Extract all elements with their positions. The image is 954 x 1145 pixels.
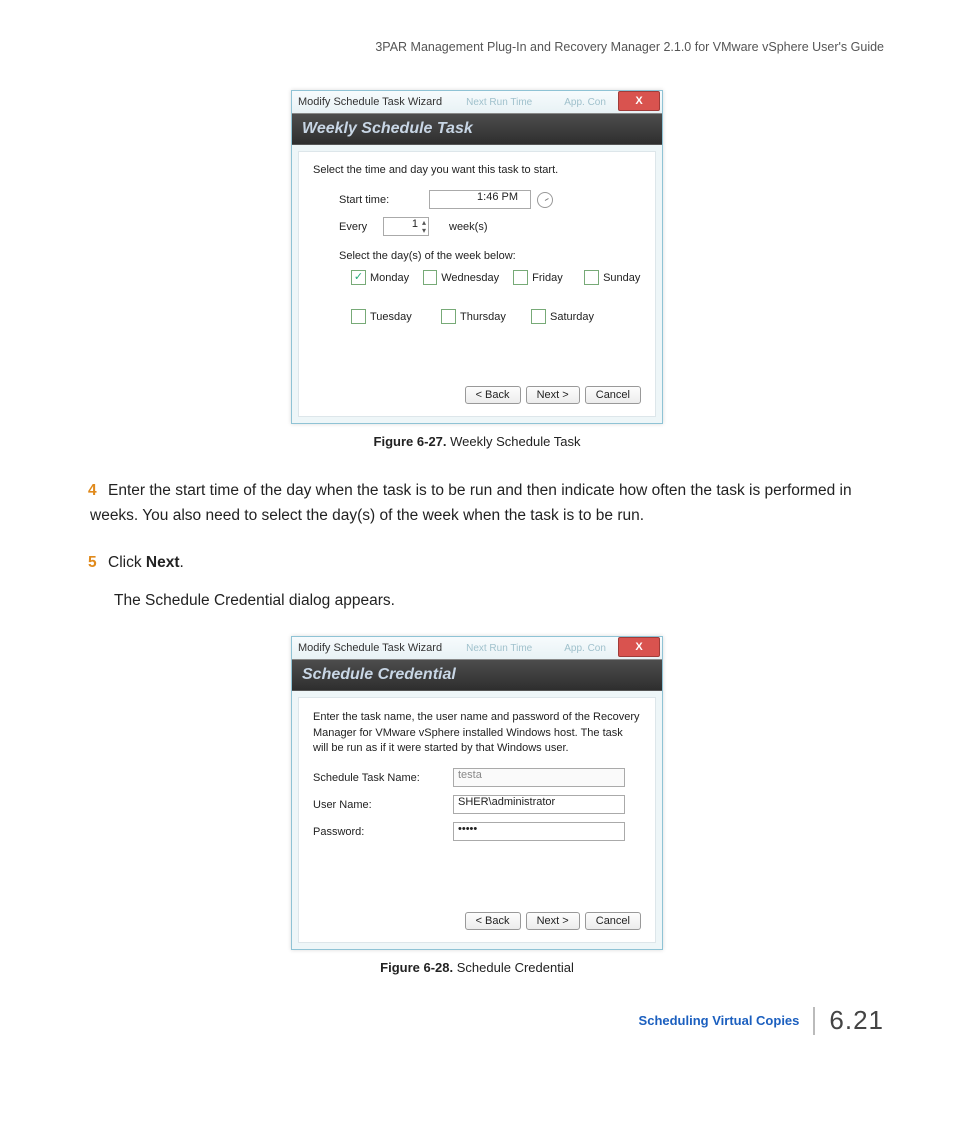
- cancel-button[interactable]: Cancel: [585, 386, 641, 404]
- next-button[interactable]: Next >: [526, 386, 580, 404]
- username-label: User Name:: [313, 799, 453, 811]
- days-label: Select the day(s) of the week below:: [339, 250, 641, 262]
- figure1-caption: Figure 6-27. Weekly Schedule Task: [80, 434, 874, 449]
- checkbox-sun[interactable]: [584, 270, 599, 285]
- day-sat: Saturday: [550, 311, 594, 323]
- checkbox-thu[interactable]: [441, 309, 456, 324]
- checkbox-sat[interactable]: [531, 309, 546, 324]
- step-5: 5Click Next. The Schedule Credential dia…: [90, 551, 874, 615]
- start-time-input[interactable]: 1:46 PM: [429, 190, 531, 209]
- username-input[interactable]: SHER\administrator: [453, 795, 625, 814]
- footer-section: Scheduling Virtual Copies: [639, 1013, 800, 1028]
- intro-text: Enter the task name, the user name and p…: [313, 710, 641, 756]
- back-button[interactable]: < Back: [465, 912, 521, 930]
- titlebar-faint2: App. Con: [564, 643, 606, 654]
- day-fri: Friday: [532, 272, 563, 284]
- day-tue: Tuesday: [370, 311, 412, 323]
- close-icon[interactable]: X: [618, 91, 660, 111]
- dialog-titlebar: Modify Schedule Task Wizard Next Run Tim…: [292, 637, 662, 659]
- every-label: Every: [339, 221, 383, 233]
- titlebar-text: Modify Schedule Task Wizard: [298, 642, 442, 654]
- password-label: Password:: [313, 826, 453, 838]
- next-button[interactable]: Next >: [526, 912, 580, 930]
- weekly-schedule-dialog: Modify Schedule Task Wizard Next Run Tim…: [291, 90, 663, 424]
- checkbox-tue[interactable]: [351, 309, 366, 324]
- day-mon: Monday: [370, 272, 409, 284]
- checkbox-wed[interactable]: [423, 270, 437, 285]
- step-4: 4Enter the start time of the day when th…: [90, 479, 874, 529]
- spinner-icon[interactable]: ▴▾: [419, 219, 429, 235]
- titlebar-faint1: Next Run Time: [466, 97, 532, 108]
- titlebar-text: Modify Schedule Task Wizard: [298, 96, 442, 108]
- titlebar-faint2: App. Con: [564, 97, 606, 108]
- page-number: 6.21: [829, 1005, 884, 1036]
- close-icon[interactable]: X: [618, 637, 660, 657]
- checkbox-fri[interactable]: [513, 270, 528, 285]
- intro-text: Select the time and day you want this ta…: [313, 164, 641, 176]
- step-5-sub: The Schedule Credential dialog appears.: [114, 589, 874, 614]
- dialog-banner: Schedule Credential: [292, 659, 662, 691]
- day-sun: Sunday: [603, 272, 640, 284]
- dialog-banner: Weekly Schedule Task: [292, 113, 662, 145]
- every-unit: week(s): [449, 221, 488, 233]
- start-time-label: Start time:: [339, 194, 429, 206]
- footer-sep: [813, 1007, 815, 1035]
- back-button[interactable]: < Back: [465, 386, 521, 404]
- password-input[interactable]: •••••: [453, 822, 625, 841]
- taskname-input[interactable]: testa: [453, 768, 625, 787]
- dialog-titlebar: Modify Schedule Task Wizard Next Run Tim…: [292, 91, 662, 113]
- titlebar-faint1: Next Run Time: [466, 643, 532, 654]
- schedule-credential-dialog: Modify Schedule Task Wizard Next Run Tim…: [291, 636, 663, 950]
- clock-icon: [537, 192, 553, 208]
- day-thu: Thursday: [460, 311, 506, 323]
- figure2-caption: Figure 6-28. Schedule Credential: [80, 960, 874, 975]
- day-wed: Wednesday: [441, 272, 499, 284]
- doc-header: 3PAR Management Plug-In and Recovery Man…: [80, 40, 884, 54]
- cancel-button[interactable]: Cancel: [585, 912, 641, 930]
- taskname-label: Schedule Task Name:: [313, 772, 453, 784]
- checkbox-mon[interactable]: ✓: [351, 270, 366, 285]
